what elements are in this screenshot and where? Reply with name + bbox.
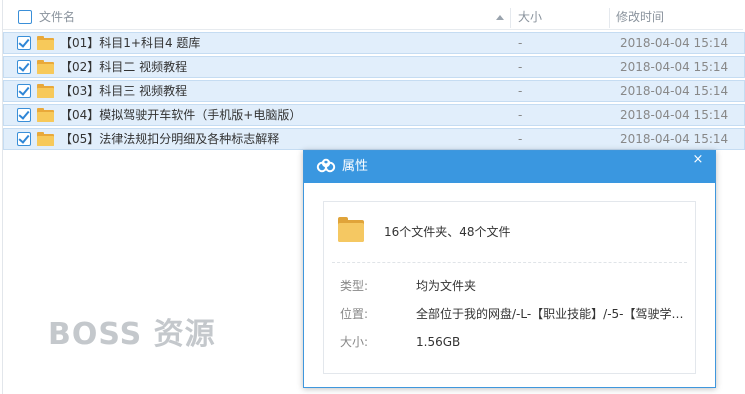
properties-panel: 16个文件夹、48个文件 类型: 均为文件夹 位置: 全部位于我的网盘/-L-【…: [323, 201, 696, 374]
file-size: -: [518, 84, 523, 98]
dialog-title-bar[interactable]: 属性 ×: [304, 151, 715, 183]
divider: [332, 262, 687, 263]
row-checkbox[interactable]: [17, 132, 31, 146]
file-modified-time: 2018-04-04 15:14: [620, 108, 729, 122]
property-label: 类型:: [340, 279, 369, 293]
property-type: 类型: 均为文件夹: [340, 276, 696, 296]
column-header-time[interactable]: 修改时间: [616, 4, 664, 30]
file-list: 【01】科目1+科目4 题库 - 2018-04-04 15:14 【02】科目…: [3, 32, 745, 152]
folder-icon: [37, 108, 54, 122]
folder-icon: [334, 214, 370, 250]
file-size: -: [518, 60, 523, 74]
row-checkbox[interactable]: [17, 60, 31, 74]
property-label: 位置:: [340, 307, 369, 321]
file-name[interactable]: 【05】法律法规扣分明细及各种标志解释: [60, 129, 279, 149]
property-value: 1.56GB: [416, 335, 461, 349]
sort-arrow-icon[interactable]: [496, 15, 504, 20]
file-modified-time: 2018-04-04 15:14: [620, 84, 729, 98]
baidu-cloud-icon: [316, 158, 336, 173]
row-checkbox[interactable]: [17, 108, 31, 122]
watermark-text: BOSS 资源: [48, 317, 216, 352]
column-divider[interactable]: [609, 8, 610, 28]
file-name[interactable]: 【02】科目二 视频教程: [60, 57, 187, 77]
property-label: 大小:: [340, 335, 369, 349]
file-name[interactable]: 【04】模拟驾驶开车软件（手机版+电脑版）: [60, 105, 301, 125]
file-modified-time: 2018-04-04 15:14: [620, 132, 729, 146]
file-row[interactable]: 【04】模拟驾驶开车软件（手机版+电脑版） - 2018-04-04 15:14: [3, 104, 745, 126]
folder-icon: [37, 36, 54, 50]
file-size: -: [518, 132, 523, 146]
select-all-checkbox[interactable]: [18, 10, 32, 24]
property-value: 全部位于我的网盘/-L-【职业技能】/-5-【驾驶学…: [416, 307, 684, 321]
dialog-title: 属性: [342, 159, 369, 174]
property-size: 大小: 1.56GB: [340, 332, 696, 352]
folder-icon: [37, 60, 54, 74]
row-checkbox[interactable]: [17, 84, 31, 98]
file-modified-time: 2018-04-04 15:14: [620, 60, 729, 74]
selection-summary: 16个文件夹、48个文件: [384, 225, 511, 239]
column-header-name[interactable]: 文件名: [39, 4, 75, 30]
file-size: -: [518, 36, 523, 50]
file-name[interactable]: 【01】科目1+科目4 题库: [60, 33, 200, 53]
file-name[interactable]: 【03】科目三 视频教程: [60, 81, 187, 101]
file-size: -: [518, 108, 523, 122]
file-row[interactable]: 【05】法律法规扣分明细及各种标志解释 - 2018-04-04 15:14: [3, 128, 745, 150]
row-checkbox[interactable]: [17, 36, 31, 50]
property-location: 位置: 全部位于我的网盘/-L-【职业技能】/-5-【驾驶学…: [340, 304, 696, 324]
column-divider[interactable]: [510, 8, 511, 28]
file-row[interactable]: 【02】科目二 视频教程 - 2018-04-04 15:14: [3, 56, 745, 78]
folder-icon: [37, 132, 54, 146]
file-modified-time: 2018-04-04 15:14: [620, 36, 729, 50]
close-icon[interactable]: ×: [691, 153, 705, 167]
folder-icon: [37, 84, 54, 98]
file-list-header: 文件名 大小 修改时间: [3, 4, 743, 30]
file-row[interactable]: 【03】科目三 视频教程 - 2018-04-04 15:14: [3, 80, 745, 102]
file-row[interactable]: 【01】科目1+科目4 题库 - 2018-04-04 15:14: [3, 32, 745, 54]
properties-dialog: 属性 × 16个文件夹、48个文件 类型: 均为文件夹 位置: 全部位于我的网盘…: [303, 150, 716, 388]
column-header-size[interactable]: 大小: [518, 4, 542, 30]
property-value: 均为文件夹: [416, 279, 477, 293]
